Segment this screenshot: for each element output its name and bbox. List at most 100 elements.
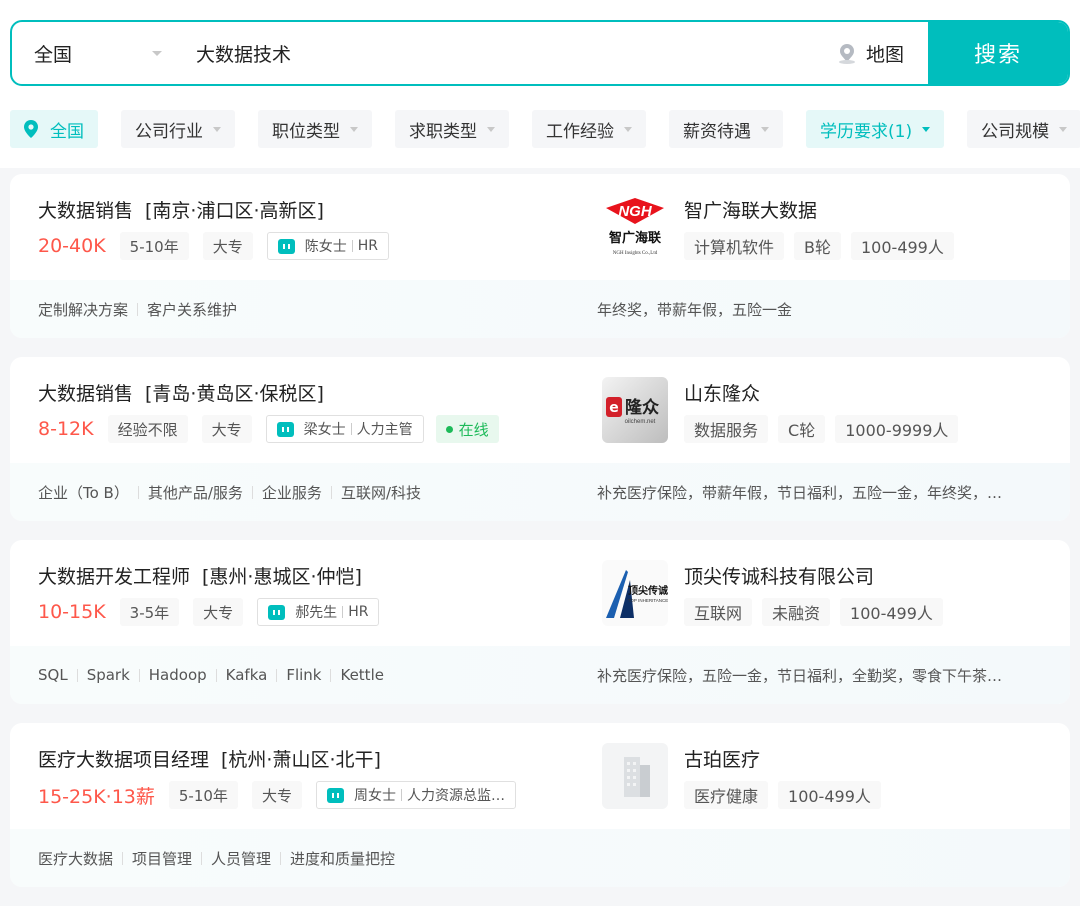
filter-0[interactable]: 全国 <box>10 110 98 148</box>
search-input[interactable]: 大数据技术 <box>162 40 836 67</box>
job-title: 大数据销售 <box>38 383 134 405</box>
boss-role: HR <box>348 604 369 620</box>
divider <box>76 668 78 682</box>
divider <box>137 485 139 499</box>
job-card-footer: 定制解决方案 客户关系维护 年终奖，带薪年假，五险一金 <box>10 280 1070 338</box>
job-card-header: 大数据开发工程师 [惠州·惠城区·仲恺] 10-15K 3-5年 大专 郝先生 HR 顶尖传诚… <box>10 540 1070 646</box>
svg-text:TOP INHERITANCE: TOP INHERITANCE <box>628 598 668 603</box>
company-tag: 100-499人 <box>851 232 954 260</box>
divider <box>215 668 217 682</box>
company-name[interactable]: 顶尖传诚科技有限公司 <box>684 562 874 589</box>
company-tag: B轮 <box>794 232 841 260</box>
company-tags: 医疗健康 100-499人 <box>684 781 891 809</box>
company-logo[interactable]: 顶尖传诚 TOP INHERITANCE <box>602 560 668 626</box>
company-tag: 计算机软件 <box>684 232 785 260</box>
location-pin-icon <box>838 44 855 64</box>
company-tag: 医疗健康 <box>684 781 769 809</box>
job-title: 大数据开发工程师 <box>38 566 191 588</box>
job-list: 大数据销售 [南京·浦口区·高新区] 20-40K 5-10年 大专 陈女士 HR NGH 智广… <box>10 174 1070 906</box>
location-pin-icon <box>24 120 38 138</box>
skill-tag: Spark <box>86 666 130 684</box>
job-card[interactable]: 大数据销售 [南京·浦口区·高新区] 20-40K 5-10年 大专 陈女士 HR NGH 智广… <box>10 174 1070 338</box>
salary: 15-25K·13薪 <box>38 785 155 808</box>
city-selector[interactable]: 全国 <box>12 22 162 84</box>
job-location: [南京·浦口区·高新区] <box>145 200 324 222</box>
company-name[interactable]: 山东隆众 <box>684 379 760 406</box>
job-card-footer: 企业（To B） 其他产品/服务 企业服务 互联网/科技 补充医疗保险，带薪年假，节日福… <box>10 463 1070 521</box>
company-tag: 100-499人 <box>840 598 943 626</box>
chevron-down-icon <box>350 126 358 132</box>
filter-label: 薪资待遇 <box>683 121 751 142</box>
skill-list: 企业（To B） 其他产品/服务 企业服务 互联网/科技 <box>38 482 421 503</box>
company-logo[interactable]: NGH 智广海联 NGH Insights Co.,Ltd <box>602 194 668 260</box>
job-title-row[interactable]: 大数据销售 [青岛·黄岛区·保税区] <box>38 379 324 406</box>
skill-tag: Hadoop <box>148 666 207 684</box>
job-card[interactable]: 医疗大数据项目经理 [杭州·萧山区·北干] 15-25K·13薪 5-10年 大专 周女士… <box>10 723 1070 887</box>
company-name[interactable]: 智广海联大数据 <box>684 196 817 223</box>
filter-label: 工作经验 <box>546 121 614 142</box>
chevron-down-icon <box>922 126 931 132</box>
city-label: 全国 <box>34 43 73 66</box>
salary: 20-40K <box>38 235 106 257</box>
boss-name: 陈女士 <box>304 239 347 255</box>
job-title-row[interactable]: 大数据开发工程师 [惠州·惠城区·仲恺] <box>38 562 362 589</box>
skill-list: SQL Spark Hadoop Kafka Flink Kettle <box>38 666 384 684</box>
welfare-text: 年终奖，带薪年假，五险一金 <box>597 300 793 319</box>
company-name[interactable]: 古珀医疗 <box>684 745 760 772</box>
filter-label: 学历要求(1) <box>820 121 913 142</box>
skill-list: 医疗大数据 项目管理 人员管理 进度和质量把控 <box>38 848 395 869</box>
divider <box>342 606 344 618</box>
filter-1[interactable]: 公司行业 <box>121 110 235 148</box>
job-card-footer: SQL Spark Hadoop Kafka Flink Kettle 补充医疗保险，五险一… <box>10 646 1070 704</box>
company-tags: 数据服务 C轮 1000-9999人 <box>684 415 968 443</box>
experience-tag: 3-5年 <box>119 598 180 626</box>
filter-7[interactable]: 公司规模 <box>967 110 1080 148</box>
filter-5[interactable]: 薪资待遇 <box>669 110 783 148</box>
company-tags: 计算机软件 B轮 100-499人 <box>684 232 964 260</box>
map-button[interactable]: 地图 <box>836 40 904 67</box>
job-card-header: 大数据销售 [南京·浦口区·高新区] 20-40K 5-10年 大专 陈女士 HR NGH 智广… <box>10 174 1070 280</box>
filter-2[interactable]: 职位类型 <box>258 110 372 148</box>
online-dot-icon <box>445 425 453 433</box>
skill-tag: 企业服务 <box>261 483 322 502</box>
company-tag: 100-499人 <box>778 781 881 809</box>
skill-list: 定制解决方案 客户关系维护 <box>38 299 237 320</box>
education-tag: 大专 <box>193 598 244 626</box>
boss-info[interactable]: 梁女士 人力主管 <box>265 415 424 443</box>
search-bar: 全国 大数据技术 地图 搜索 <box>10 20 1070 86</box>
company-logo[interactable]: e 隆众 oilchem.net <box>602 377 668 443</box>
filter-6[interactable]: 学历要求(1) <box>806 110 945 148</box>
job-title-row[interactable]: 大数据销售 [南京·浦口区·高新区] <box>38 196 324 223</box>
company-logo[interactable] <box>602 743 668 809</box>
welfare-text: 补充医疗保险，五险一金，节日福利，全勤奖，零食下午茶… <box>597 666 1003 685</box>
filter-4[interactable]: 工作经验 <box>532 110 646 148</box>
experience-tag: 5-10年 <box>168 781 238 809</box>
filter-3[interactable]: 求职类型 <box>395 110 509 148</box>
svg-text:e: e <box>609 400 619 416</box>
map-label: 地图 <box>865 43 904 66</box>
filter-label: 公司行业 <box>135 121 203 142</box>
boss-info[interactable]: 郝先生 HR <box>257 598 380 626</box>
job-location: [杭州·萧山区·北干] <box>221 749 381 771</box>
job-title: 医疗大数据项目经理 <box>38 749 210 771</box>
job-card[interactable]: 大数据销售 [青岛·黄岛区·保税区] 8-12K 经验不限 大专 梁女士 人力主管 在线 e 隆众… <box>10 357 1070 521</box>
search-button[interactable]: 搜索 <box>928 22 1068 84</box>
job-title: 大数据销售 <box>38 200 134 222</box>
education-tag: 大专 <box>251 781 302 809</box>
chat-icon <box>268 604 286 620</box>
divider <box>122 851 124 865</box>
welfare-text: 补充医疗保险，带薪年假，节日福利，五险一金，年终奖，… <box>597 483 1003 502</box>
company-tag: 互联网 <box>684 598 753 626</box>
job-meta: 8-12K 经验不限 大专 梁女士 人力主管 在线 <box>38 415 499 443</box>
skill-tag: Kettle <box>340 666 384 684</box>
job-card-footer: 医疗大数据 项目管理 人员管理 进度和质量把控 <box>10 829 1070 887</box>
job-card-header: 大数据销售 [青岛·黄岛区·保税区] 8-12K 经验不限 大专 梁女士 人力主管 在线 e 隆众… <box>10 357 1070 463</box>
divider <box>138 668 140 682</box>
job-card[interactable]: 大数据开发工程师 [惠州·惠城区·仲恺] 10-15K 3-5年 大专 郝先生 HR 顶尖传诚… <box>10 540 1070 704</box>
chevron-down-icon <box>624 126 632 132</box>
skill-tag: 项目管理 <box>132 849 193 868</box>
boss-info[interactable]: 陈女士 HR <box>266 232 389 260</box>
job-title-row[interactable]: 医疗大数据项目经理 [杭州·萧山区·北干] <box>38 745 381 772</box>
chevron-down-icon <box>761 126 769 132</box>
boss-info[interactable]: 周女士 人力资源总监… <box>315 781 516 809</box>
